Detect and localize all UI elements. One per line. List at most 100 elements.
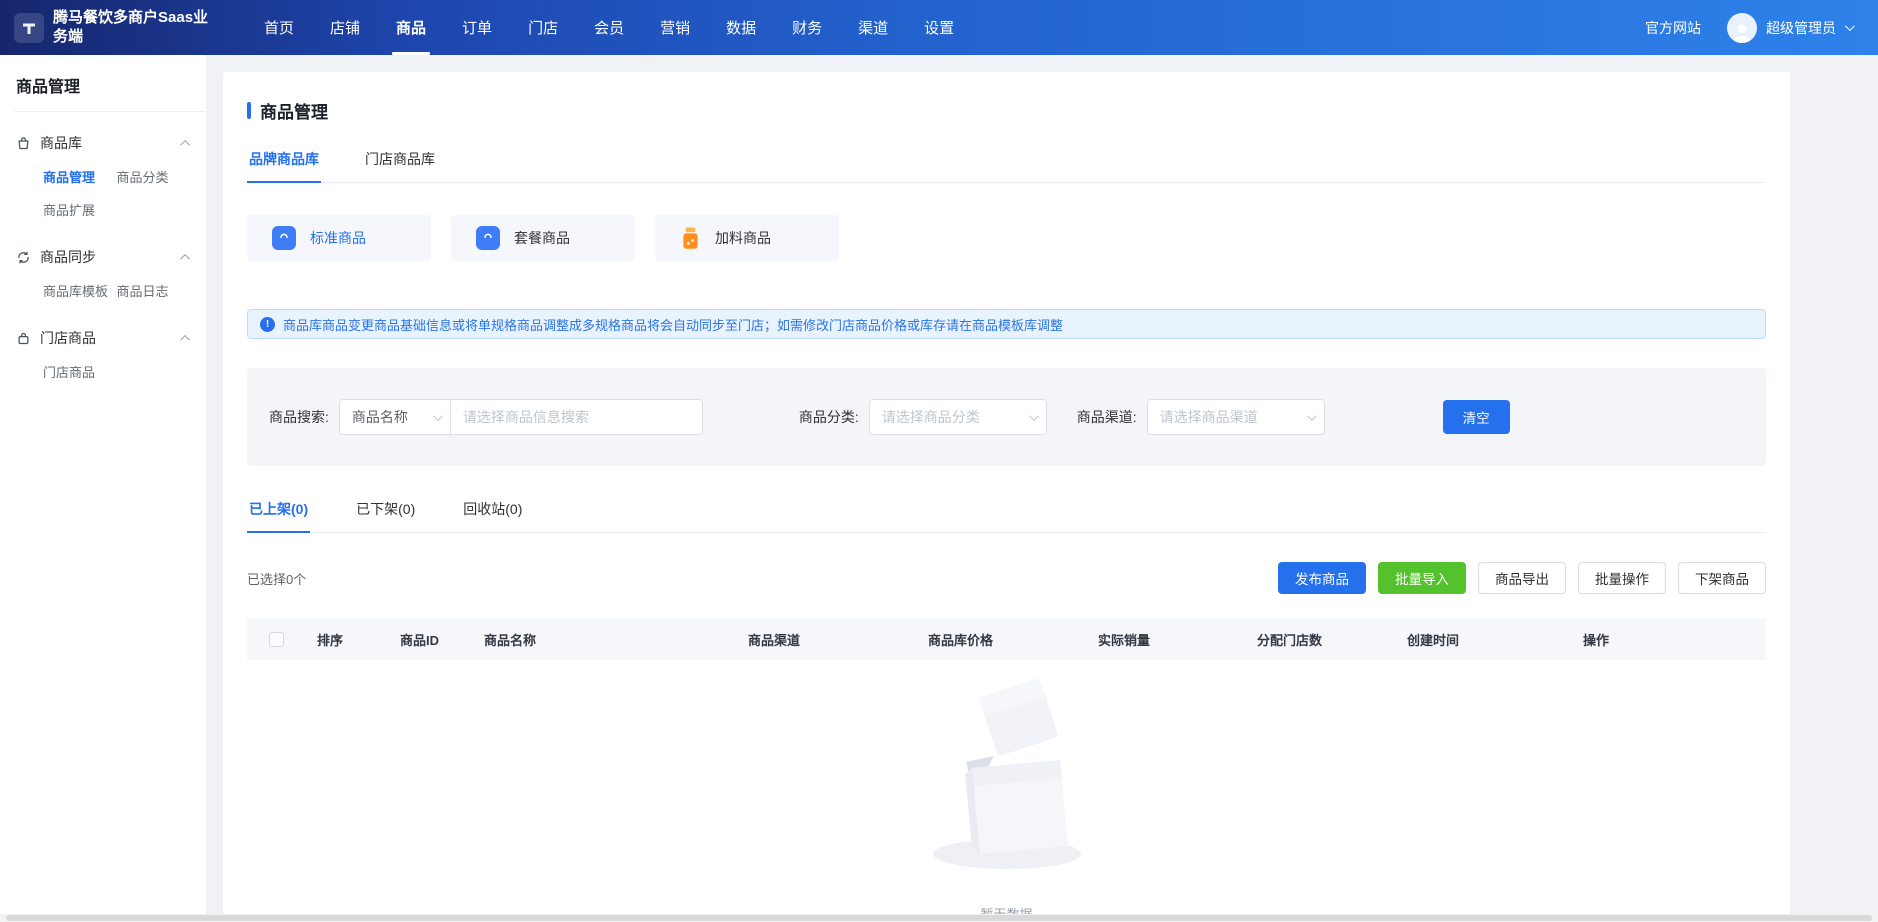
header-checkbox-cell [247,632,317,647]
off-shelf-button[interactable]: 下架商品 [1678,562,1766,594]
keyword-input[interactable] [451,399,703,435]
sidebar-group-label: 门店商品 [40,328,96,348]
nav-item-members[interactable]: 会员 [594,0,624,55]
nav-item-marketing[interactable]: 营销 [660,0,690,55]
batch-operate-button[interactable]: 批量操作 [1578,562,1666,594]
horizontal-scrollbar[interactable] [0,914,1878,922]
nav-item-finance[interactable]: 财务 [792,0,822,55]
table-header: 排序 商品ID 商品名称 商品渠道 商品库价格 实际销量 分配门店数 创建时间 … [247,618,1766,660]
main-nav: 首页 店铺 商品 订单 门店 会员 营销 数据 财务 渠道 设置 [264,0,954,55]
type-button-standard[interactable]: 标准商品 [247,215,431,261]
publish-goods-button[interactable]: 发布商品 [1278,562,1366,594]
sidebar-item-goods-category[interactable]: 商品分类 [117,160,191,193]
brand-title: 腾马餐饮多商户Saas业务端 [53,9,221,47]
nav-item-settings[interactable]: 设置 [924,0,954,55]
tab-on-shelf[interactable]: 已上架(0) [247,490,310,532]
column-actions: 操作 [1583,630,1766,649]
search-panel: 商品搜索: 商品名称 商品分类: 请选择商品分类 商品渠道: 请选择商品渠道 清… [247,368,1766,466]
channel-placeholder: 请选择商品渠道 [1160,407,1301,427]
sidebar-group-head-goods-library[interactable]: 商品库 [16,132,190,154]
sidebar-group-head-store-goods[interactable]: 门店商品 [16,327,190,349]
goods-type-buttons: 标准商品 套餐商品 加料商品 [247,215,1766,261]
title-accent-bar [247,102,251,119]
nav-item-stores[interactable]: 门店 [528,0,558,55]
chevron-down-icon [1307,411,1317,421]
batch-import-button[interactable]: 批量导入 [1378,562,1466,594]
empty-box-illustration [902,676,1112,876]
chevron-up-icon[interactable] [180,139,190,149]
column-price: 商品库价格 [928,630,1098,649]
nav-item-home[interactable]: 首页 [264,0,294,55]
sidebar-title: 商品管理 [16,73,190,97]
channel-select[interactable]: 请选择商品渠道 [1147,399,1325,435]
sidebar-submenu: 商品管理 商品分类 商品扩展 [16,160,190,226]
category-select[interactable]: 请选择商品分类 [869,399,1047,435]
brand: 腾马餐饮多商户Saas业务端 [14,9,222,47]
nav-item-data[interactable]: 数据 [726,0,756,55]
sidebar-submenu: 商品库模板 商品日志 [16,274,190,307]
channel-label: 商品渠道: [1077,407,1137,427]
sidebar-group-goods-sync: 商品同步 商品库模板 商品日志 [16,246,190,307]
nav-item-orders[interactable]: 订单 [462,0,492,55]
select-all-checkbox[interactable] [269,632,284,647]
combo-goods-bag-icon [476,226,500,250]
user-menu[interactable]: 超级管理员 [1727,13,1852,43]
sidebar-submenu: 门店商品 [16,355,190,388]
notice-text: 商品库商品变更商品基础信息或将单规格商品调整成多规格商品将会自动同步至门店；如需… [283,315,1063,334]
category-label: 商品分类: [799,407,859,427]
category-placeholder: 请选择商品分类 [882,407,1023,427]
nav-item-channel[interactable]: 渠道 [858,0,888,55]
chevron-up-icon[interactable] [180,253,190,263]
action-buttons: 发布商品 批量导入 商品导出 批量操作 下架商品 [1278,562,1766,594]
page-title: 商品管理 [260,98,328,123]
sidebar-item-goods-extend[interactable]: 商品扩展 [43,193,117,226]
card-title-row: 商品管理 [247,98,1766,123]
nav-item-goods[interactable]: 商品 [396,0,426,55]
status-tabs: 已上架(0) 已下架(0) 回收站(0) [247,490,1766,533]
search-field-select[interactable]: 商品名称 [339,399,451,435]
selected-count-text: 已选择0个 [247,569,306,588]
horizontal-scrollbar-thumb[interactable] [6,915,1872,921]
navbar-right: 官方网站 超级管理员 [1645,13,1878,43]
sidebar-item-goods-manage[interactable]: 商品管理 [43,160,117,193]
search-label: 商品搜索: [269,407,329,427]
sidebar: 商品管理 商品库 商品管理 商品分类 商品扩展 商品同步 [0,55,206,922]
export-goods-button[interactable]: 商品导出 [1478,562,1566,594]
sidebar-group-label: 商品同步 [40,247,96,267]
search-field-value: 商品名称 [352,407,427,427]
column-goods-id: 商品ID [400,630,484,649]
type-button-combo[interactable]: 套餐商品 [451,215,635,261]
column-goods-name: 商品名称 [484,630,748,649]
page: 腾马餐饮多商户Saas业务端 首页 店铺 商品 订单 门店 会员 营销 数据 财… [0,0,1878,922]
action-row: 已选择0个 发布商品 批量导入 商品导出 批量操作 下架商品 [247,562,1766,594]
sync-notice-banner: ! 商品库商品变更商品基础信息或将单规格商品调整成多规格商品将会自动同步至门店；… [247,309,1766,339]
store-bag-icon [16,331,31,346]
topping-jar-icon [680,226,701,250]
sidebar-item-library-template[interactable]: 商品库模板 [43,274,117,307]
chevron-down-icon [1029,411,1039,421]
clear-button[interactable]: 清空 [1443,400,1510,434]
column-store-count: 分配门店数 [1257,630,1407,649]
column-sort: 排序 [317,630,400,649]
empty-state: 暂无数据 [247,676,1766,922]
sidebar-group-label: 商品库 [40,133,82,153]
tab-brand-library[interactable]: 品牌商品库 [247,139,321,182]
sidebar-item-goods-log[interactable]: 商品日志 [117,274,191,307]
chevron-down-icon [1845,21,1855,31]
type-button-label: 套餐商品 [514,228,570,248]
sidebar-item-store-goods[interactable]: 门店商品 [43,355,117,388]
official-site-link[interactable]: 官方网站 [1645,18,1701,38]
type-button-topping[interactable]: 加料商品 [655,215,839,261]
tab-store-library[interactable]: 门店商品库 [363,139,437,182]
chevron-up-icon[interactable] [180,334,190,344]
sidebar-group-head-goods-sync[interactable]: 商品同步 [16,246,190,268]
nav-item-shop[interactable]: 店铺 [330,0,360,55]
goods-manage-card: 商品管理 品牌商品库 门店商品库 标准商品 套餐商品 [223,72,1790,922]
standard-goods-bag-icon [272,226,296,250]
tab-recycle-bin[interactable]: 回收站(0) [461,490,524,532]
column-channel: 商品渠道 [748,630,928,649]
tab-off-shelf[interactable]: 已下架(0) [354,490,417,532]
sidebar-divider [14,111,206,112]
column-sales: 实际销量 [1098,630,1257,649]
column-created: 创建时间 [1407,630,1583,649]
